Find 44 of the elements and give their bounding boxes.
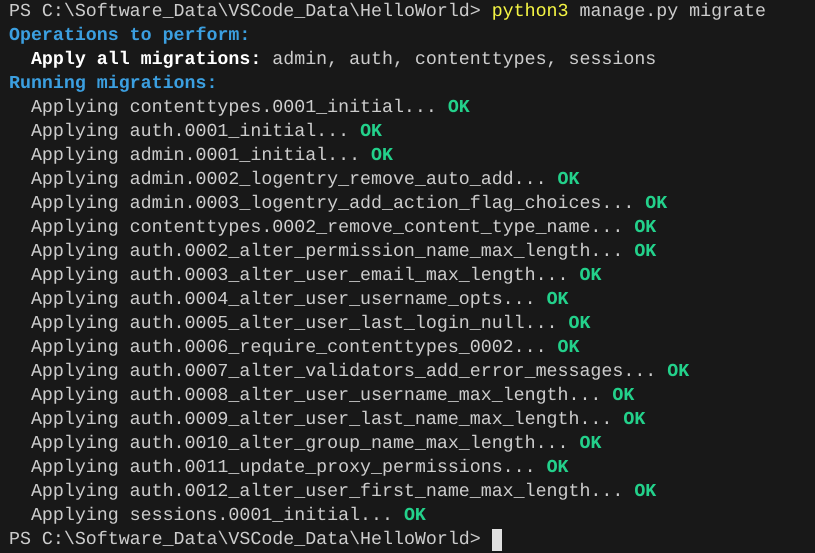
- status-text: OK: [546, 457, 569, 480]
- status-text: OK: [546, 289, 569, 312]
- migration-text: Applying auth.0001_initial...: [30, 121, 350, 144]
- migration-text: Applying auth.0008_alter_user_username_max_length...: [30, 385, 602, 408]
- apply-value: admin, auth, contenttypes, sessions: [272, 49, 656, 72]
- migration-text: Applying admin.0002_logentry_remove_auto_add...: [30, 169, 547, 192]
- section-heading: Operations to perform:: [9, 25, 250, 48]
- migration-text: Applying auth.0002_alter_permission_name_max_length...: [30, 241, 624, 264]
- status-text: OK: [667, 361, 690, 384]
- prompt-text: PS C:\Software_Data\VSCode_Data\HelloWorld>: [9, 529, 481, 552]
- status-text: OK: [612, 385, 634, 408]
- status-text: OK: [623, 409, 646, 432]
- status-text: OK: [371, 145, 393, 168]
- command-args: manage.py migrate: [579, 1, 766, 24]
- migration-text: Applying sessions.0001_initial...: [30, 505, 393, 528]
- migration-text: Applying auth.0006_require_contenttypes_0002...: [30, 337, 547, 360]
- command-name: python3: [492, 1, 568, 24]
- prompt-text: PS C:\Software_Data\VSCode_Data\HelloWorld>: [9, 1, 481, 24]
- migration-text: Applying auth.0009_alter_user_last_name_max_length...: [30, 409, 612, 432]
- status-text: OK: [634, 217, 656, 240]
- status-text: OK: [558, 169, 580, 192]
- migration-text: Applying contenttypes.0002_remove_content_type_name...: [30, 217, 624, 240]
- migration-text: Applying auth.0012_alter_user_first_name_max_length...: [30, 481, 624, 504]
- status-text: OK: [558, 337, 580, 360]
- status-text: OK: [404, 505, 426, 528]
- status-text: OK: [579, 265, 602, 288]
- migration-text: Applying auth.0005_alter_user_last_login_null...: [30, 313, 558, 336]
- migration-text: Applying auth.0007_alter_validators_add_error_messages...: [30, 361, 656, 384]
- migration-text: Applying auth.0011_update_proxy_permissions...: [30, 457, 536, 480]
- status-text: OK: [634, 481, 656, 504]
- status-text: OK: [568, 313, 590, 336]
- section-heading: Running migrations:: [9, 73, 218, 96]
- status-text: OK: [448, 97, 470, 120]
- migration-text: Applying auth.0003_alter_user_email_max_length...: [30, 265, 568, 288]
- migration-text: Applying admin.0003_logentry_add_action_flag_choices...: [30, 193, 634, 216]
- migration-text: Applying auth.0004_alter_user_username_opts...: [30, 289, 536, 312]
- apply-label: Apply all migrations:: [30, 49, 262, 72]
- status-text: OK: [645, 193, 668, 216]
- migration-text: Applying contenttypes.0001_initial...: [30, 97, 437, 120]
- status-text: OK: [360, 121, 382, 144]
- status-text: OK: [634, 241, 656, 264]
- status-text: OK: [579, 433, 602, 456]
- migration-text: Applying auth.0010_alter_group_name_max_length...: [30, 433, 568, 456]
- migration-text: Applying admin.0001_initial...: [30, 145, 360, 168]
